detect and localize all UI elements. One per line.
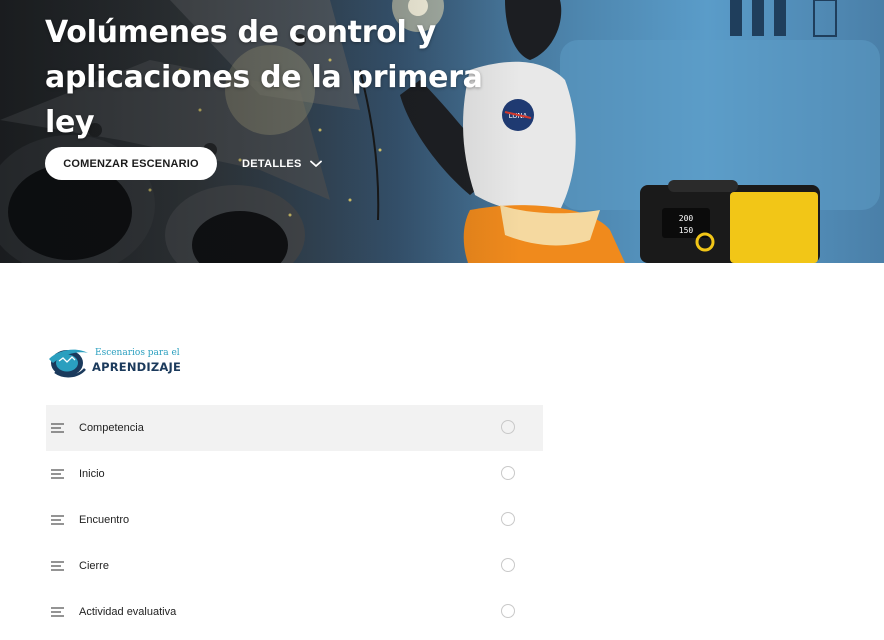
section-label: Encuentro — [79, 514, 130, 526]
section-label: Cierre — [79, 560, 109, 572]
status-circle-icon — [501, 420, 515, 434]
logo-big-text: APRENDIZAJE — [92, 360, 182, 374]
section-list: Competencia Inicio Encuentro Cierre Acti… — [46, 405, 543, 635]
section-item-encuentro[interactable]: Encuentro — [46, 497, 543, 543]
welder-display-bottom: 150 — [679, 226, 694, 235]
details-toggle[interactable]: DETALLES — [242, 152, 322, 176]
section-item-cierre[interactable]: Cierre — [46, 543, 543, 589]
section-label: Actividad evaluativa — [79, 606, 177, 618]
start-scenario-button[interactable]: COMENZAR ESCENARIO — [45, 147, 217, 180]
brand-logo: Escenarios para el APRENDIZAJE — [47, 345, 187, 379]
title-line-2: aplicaciones de la primera ley — [45, 60, 483, 140]
section-label: Competencia — [79, 422, 144, 434]
page-title: Volúmenes de control y aplicaciones de l… — [45, 10, 505, 145]
lines-icon — [51, 561, 64, 571]
status-circle-icon — [501, 558, 515, 572]
section-item-inicio[interactable]: Inicio — [46, 451, 543, 497]
details-label: DETALLES — [242, 158, 302, 170]
lines-icon — [51, 515, 64, 525]
status-circle-icon — [501, 604, 515, 618]
logo-mark-icon — [49, 349, 88, 378]
section-label: Inicio — [79, 468, 105, 480]
status-circle-icon — [501, 512, 515, 526]
status-circle-icon — [501, 466, 515, 480]
lines-icon — [51, 469, 64, 479]
section-item-actividad-evaluativa[interactable]: Actividad evaluativa — [46, 589, 543, 635]
logo-small-text: Escenarios para el — [95, 348, 180, 358]
welder-display-top: 200 — [679, 214, 694, 223]
title-line-1: Volúmenes de control y — [45, 15, 436, 50]
lines-icon — [51, 423, 64, 433]
section-item-competencia[interactable]: Competencia — [46, 405, 543, 451]
lines-icon — [51, 607, 64, 617]
chevron-down-icon — [309, 160, 322, 167]
hero-banner: LUNA 200 150 Volúmenes de control y apli… — [0, 0, 884, 263]
